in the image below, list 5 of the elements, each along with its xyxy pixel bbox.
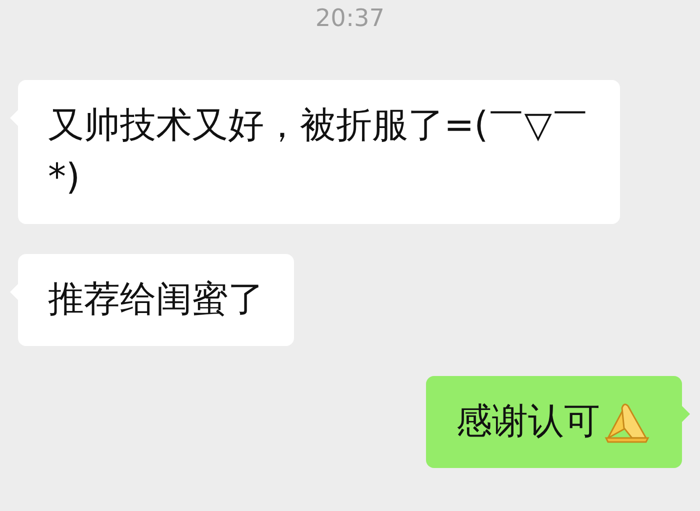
bubble-tail <box>682 406 690 422</box>
message-bubble: 感谢认可 <box>426 376 682 468</box>
message-bubble: 又帅技术又好，被折服了=(￣▽￣*) <box>18 80 620 224</box>
message-bubble: 推荐给闺蜜了 <box>18 254 294 346</box>
message-time: 20:37 <box>315 3 385 34</box>
